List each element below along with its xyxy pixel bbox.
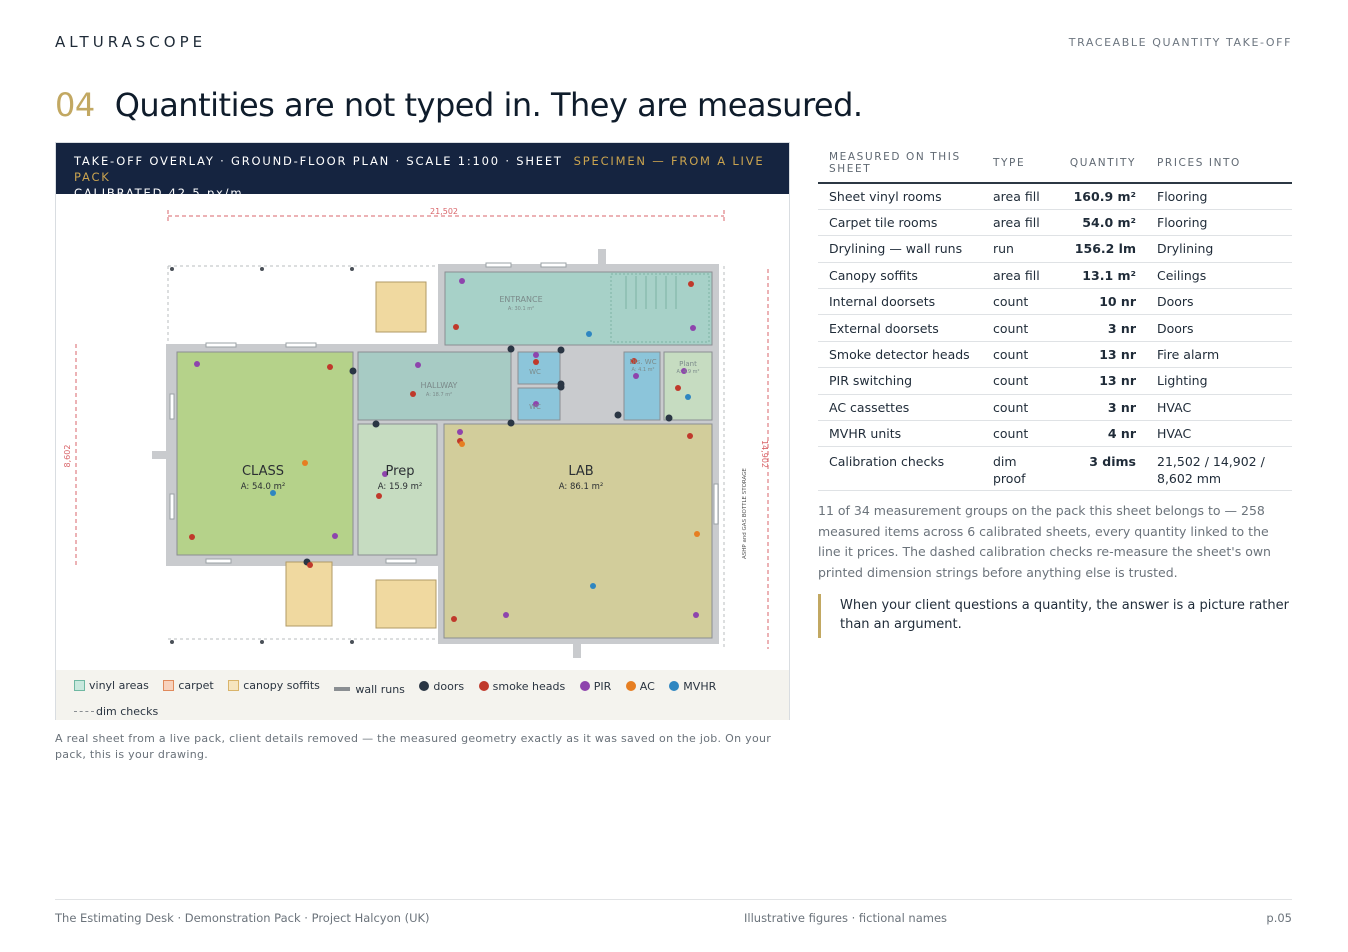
room-label-hallway: HALLWAY	[421, 381, 458, 390]
legend-ac: AC	[625, 677, 655, 696]
smoke-swatch	[478, 681, 489, 691]
legend-pir: PIR	[579, 677, 611, 696]
room-label-class: CLASS	[242, 464, 284, 479]
footer-left: The Estimating Desk · Demonstration Pack…	[55, 911, 430, 925]
quantity-table: MEASURED ON THIS SHEET TYPE QUANTITY PRI…	[818, 144, 1292, 492]
legend-walls: wall runs	[334, 680, 405, 699]
mvhr-swatch	[669, 681, 680, 691]
footer-divider	[55, 899, 1292, 900]
col-quantity: QUANTITY	[1056, 144, 1146, 184]
room-label-entrance: ENTRANCE	[499, 295, 542, 304]
table-row: External doorsets count 3 nr Doors	[818, 314, 1292, 342]
table-row: Calibration checks dim proof 3 dims 21,502 …	[818, 446, 1292, 492]
panel-header-main: TAKE-OFF OVERLAY · GROUND-FLOOR PLAN · S…	[74, 154, 563, 168]
canopy-swatch	[228, 680, 240, 691]
takeoff-panel: TAKE-OFF OVERLAY · GROUND-FLOOR PLAN · S…	[55, 142, 790, 720]
room-area-hallway: A: 18.7 m²	[426, 392, 452, 398]
carpet-swatch	[163, 680, 175, 691]
section-number: 04	[55, 86, 95, 124]
wall-swatch	[334, 687, 351, 691]
col-type: TYPE	[982, 144, 1056, 184]
table-header-row: MEASURED ON THIS SHEET TYPE QUANTITY PRI…	[818, 144, 1292, 184]
col-prices-into: PRICES INTO	[1146, 144, 1292, 184]
legend-mvhr: MVHR	[669, 677, 716, 696]
room-label-wc-2: WC	[529, 403, 541, 411]
explanation-paragraph: 11 of 34 measurement groups on the pack …	[818, 503, 1271, 580]
dim-label-2: 14,902	[760, 440, 769, 468]
table-row: Smoke detector heads count 13 nr Fire alarm	[818, 341, 1292, 369]
plan-legend: vinyl areas carpet canopy soffits wall r…	[56, 670, 789, 720]
panel-header: TAKE-OFF OVERLAY · GROUND-FLOOR PLAN · S…	[56, 143, 789, 200]
headline-text: Quantities are not typed in. They are me…	[114, 86, 863, 124]
legend-smoke: smoke heads	[478, 677, 565, 696]
plant-storage-note: ASHP and GAS BOTTLE STORAGE	[742, 468, 748, 559]
col-measured: MEASURED ON THIS SHEET	[818, 144, 982, 184]
dim-swatch	[74, 710, 94, 712]
floor-plan: 21,502 14,902 8,602 CLASS A: 54.0 m² Pre…	[63, 207, 769, 658]
table-row: Drylining — wall runs run 156.2 lm Drylinin…	[818, 235, 1292, 263]
room-area-entrance: A: 30.1 m²	[508, 306, 534, 312]
room-label-wc-1: WC	[529, 368, 541, 376]
legend-canopy: canopy soffits	[228, 676, 320, 695]
plan-caption: A real sheet from a live pack, client de…	[55, 732, 772, 761]
room-area-lab: A: 86.1 m²	[559, 482, 604, 492]
table-row: AC cassettes count 3 nr HVAC	[818, 394, 1292, 422]
pull-quote: When your client questions a quantity, t…	[818, 594, 1294, 638]
door-swatch	[419, 681, 430, 691]
room-label-lab: LAB	[568, 464, 593, 479]
room-area-class: A: 54.0 m²	[241, 482, 286, 492]
room-label-plant: Plant	[679, 360, 697, 368]
pir-swatch	[579, 681, 590, 691]
room-area-wc: A: 4.1 m²	[631, 367, 654, 373]
page-title: 04 Quantities are not typed in. They are …	[55, 86, 863, 124]
room-area-plant: A: 4.9 m²	[676, 369, 699, 375]
page-number: p.05	[1266, 911, 1292, 925]
legend-carpet: carpet	[163, 676, 214, 695]
brand-logo: ALTURASCOPE	[55, 33, 207, 51]
vinyl-swatch	[74, 680, 85, 691]
dim-label-3: 8,602	[63, 445, 72, 468]
footer-center: Illustrative figures · fictional names	[744, 911, 948, 925]
legend-doors: doors	[419, 677, 464, 696]
table-row: Canopy soffits area fill 13.1 m² Ceilings	[818, 262, 1292, 290]
ac-swatch	[625, 681, 636, 691]
table-row: MVHR units count 4 nr HVAC	[818, 420, 1292, 448]
room-label-wc: Dis. WC	[629, 358, 656, 366]
legend-dims: dim checks	[74, 702, 158, 721]
room-label-prep: Prep	[386, 464, 415, 479]
table-row: Carpet tile rooms area fill 54.0 m² Floorin…	[818, 209, 1292, 237]
table-row: Internal doorsets count 10 nr Doors	[818, 288, 1292, 316]
legend-vinyl: vinyl areas	[74, 676, 149, 695]
table-row: Sheet vinyl rooms area fill 160.9 m² Floori…	[818, 183, 1292, 210]
table-row: PIR switching count 13 nr Lighting	[818, 367, 1292, 395]
page-kicker: TRACEABLE QUANTITY TAKE-OFF	[1068, 36, 1292, 49]
dim-label-1: 21,502	[430, 207, 458, 216]
room-area-prep: A: 15.9 m²	[378, 482, 423, 492]
